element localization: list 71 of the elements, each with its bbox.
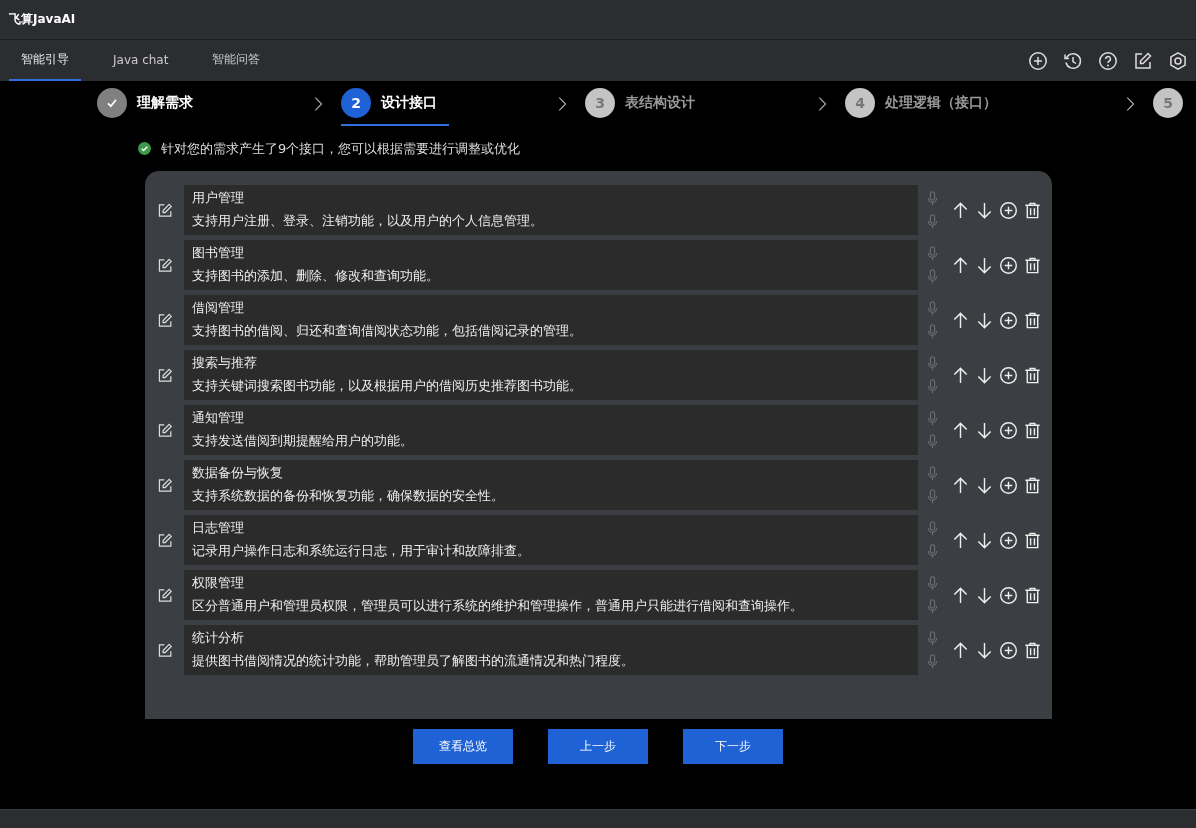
history-icon[interactable] <box>1063 50 1083 71</box>
step-item[interactable]: 理解需求 <box>97 81 205 126</box>
interface-name: 图书管理 <box>191 245 245 262</box>
app-title: 飞算JavaAI <box>9 11 76 28</box>
help-icon[interactable] <box>1098 50 1118 71</box>
interface-description: 支持图书的借阅、归还和查询借阅状态功能，包括借阅记录的管理。 <box>191 323 583 340</box>
add-icon[interactable] <box>1028 50 1048 71</box>
add-icon[interactable] <box>998 420 1018 440</box>
step-number: 3 <box>585 87 615 118</box>
interface-description: 支持关键词搜索图书功能，以及根据用户的借阅历史推荐图书功能。 <box>191 378 583 395</box>
delete-icon[interactable] <box>1022 310 1042 330</box>
step-button[interactable]: 下一步 <box>683 729 783 764</box>
edit-icon[interactable] <box>1133 50 1153 71</box>
delete-icon[interactable] <box>1022 475 1042 495</box>
add-icon[interactable] <box>998 530 1018 550</box>
delete-icon[interactable] <box>1022 530 1042 550</box>
edit-icon[interactable] <box>156 531 173 549</box>
edit-icon[interactable] <box>156 311 173 329</box>
interface-name: 通知管理 <box>191 410 245 427</box>
settings-icon[interactable] <box>1168 50 1188 71</box>
add-icon[interactable] <box>998 640 1018 660</box>
edit-icon[interactable] <box>156 586 173 604</box>
add-icon[interactable] <box>998 310 1018 330</box>
step-button[interactable]: 上一步 <box>548 729 648 764</box>
interface-name: 用户管理 <box>191 190 245 207</box>
interface-name: 借阅管理 <box>191 300 245 317</box>
interface-description: 支持图书的添加、删除、修改和查询功能。 <box>191 268 440 285</box>
add-icon[interactable] <box>998 475 1018 495</box>
step-number: 2 <box>341 87 371 118</box>
edit-icon[interactable] <box>156 201 173 219</box>
interface-description: 支持系统数据的备份和恢复功能，确保数据的安全性。 <box>191 488 505 505</box>
interface-name: 数据备份与恢复 <box>191 465 284 482</box>
step-item[interactable]: 4 处理逻辑（接口） <box>845 81 1009 126</box>
interface-description: 提供图书借阅情况的统计功能，帮助管理员了解图书的流通情况和热门程度。 <box>191 653 635 670</box>
interface-description: 支持用户注册、登录、注销功能，以及用户的个人信息管理。 <box>191 213 544 230</box>
step-item[interactable]: 2 设计接口 <box>341 81 449 126</box>
step-item[interactable]: 3 表结构设计 <box>585 81 707 126</box>
tab[interactable]: Java chat <box>101 40 181 81</box>
interface-name: 搜索与推荐 <box>191 355 258 372</box>
edit-icon[interactable] <box>156 641 173 659</box>
interface-name: 统计分析 <box>191 630 245 647</box>
delete-icon[interactable] <box>1022 255 1042 275</box>
add-icon[interactable] <box>998 585 1018 605</box>
notice-text: 针对您的需求产生了9个接口，您可以根据需要进行调整或优化 <box>161 139 521 158</box>
edit-icon[interactable] <box>156 256 173 274</box>
interface-description: 支持发送借阅到期提醒给用户的功能。 <box>191 433 414 450</box>
step-label: 理解需求 <box>137 93 194 112</box>
tab[interactable]: 智能引导 <box>9 40 81 81</box>
add-icon[interactable] <box>998 365 1018 385</box>
interface-description: 区分普通用户和管理员权限，管理员可以进行系统的维护和管理操作，普通用户只能进行借阅和查询操作。 <box>191 598 804 615</box>
success-icon <box>138 142 151 155</box>
interface-description: 记录用户操作日志和系统运行日志，用于审计和故障排查。 <box>191 543 531 560</box>
step-label: 处理逻辑（接口） <box>885 93 998 112</box>
step-label: 设计接口 <box>381 93 438 112</box>
delete-icon[interactable] <box>1022 585 1042 605</box>
step-number: 5 <box>1153 87 1183 118</box>
delete-icon[interactable] <box>1022 365 1042 385</box>
add-icon[interactable] <box>998 255 1018 275</box>
step-button[interactable]: 查看总览 <box>413 729 513 764</box>
edit-icon[interactable] <box>156 421 173 439</box>
delete-icon[interactable] <box>1022 420 1042 440</box>
edit-icon[interactable] <box>156 476 173 494</box>
interface-name: 日志管理 <box>191 520 245 537</box>
interface-name: 权限管理 <box>191 575 245 592</box>
tab[interactable]: 智能问答 <box>200 40 273 81</box>
step-label: 表结构设计 <box>625 93 696 112</box>
step-number: 4 <box>845 87 875 118</box>
add-icon[interactable] <box>998 200 1018 220</box>
delete-icon[interactable] <box>1022 640 1042 660</box>
delete-icon[interactable] <box>1022 200 1042 220</box>
edit-icon[interactable] <box>156 366 173 384</box>
